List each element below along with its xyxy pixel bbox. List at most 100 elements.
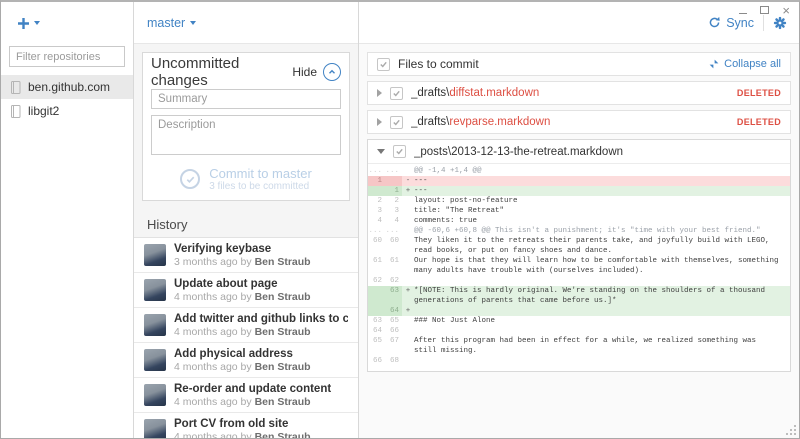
commit-author: Ben Straub <box>255 431 311 439</box>
expand-file-icon[interactable] <box>377 89 382 97</box>
diff-text: After this program had been in effect fo… <box>414 336 782 356</box>
chevron-up-icon <box>327 67 337 77</box>
commit-summary-input[interactable] <box>151 89 341 109</box>
avatar <box>144 349 166 371</box>
diff-new-line-number: 64 <box>385 306 402 316</box>
diff-line: 61 61 Our hope is that they will learn h… <box>368 256 790 276</box>
uncommitted-changes-card: Uncommitted changes Hide <box>142 52 350 201</box>
commit-history-item[interactable]: Update about page 4 months ago by Ben St… <box>134 273 358 308</box>
minimize-icon[interactable] <box>739 13 747 14</box>
diff-text: @@ -1,4 +1,4 @@ <box>414 166 782 176</box>
commit-title: Port CV from old site <box>174 418 311 430</box>
diff-line: 2 2 layout: post-no-feature <box>368 196 790 206</box>
check-icon <box>185 174 196 185</box>
diff-marker <box>402 326 414 336</box>
repository-list-item[interactable]: ben.github.com <box>1 75 133 99</box>
diff-line: 1 + --- <box>368 186 790 196</box>
add-repository-button[interactable] <box>17 17 40 30</box>
diff-new-line-number: ... <box>385 226 402 236</box>
diff-marker <box>402 166 414 176</box>
changed-file-row[interactable]: _drafts\diffstat.markdown DELETED <box>367 81 791 105</box>
commit-history-item[interactable]: Port CV from old site 4 months ago by Be… <box>134 413 358 438</box>
diff-line: 4 4 comments: true <box>368 216 790 226</box>
file-path: _drafts\diffstat.markdown <box>411 87 729 99</box>
file-checkbox[interactable] <box>393 145 406 158</box>
diff-marker: + <box>402 286 414 306</box>
diff-old-line-number: 66 <box>368 356 385 366</box>
commit-title: Add twitter and github links to cv <box>174 313 348 325</box>
history-heading: History <box>134 209 358 237</box>
diff-new-line-number: 67 <box>385 336 402 356</box>
diff-old-line-number: 63 <box>368 316 385 326</box>
commit-author: Ben Straub <box>255 291 311 303</box>
commit-meta: 4 months ago by Ben Straub <box>174 396 331 408</box>
file-checkbox[interactable] <box>390 87 403 100</box>
repository-list-item[interactable]: libgit2 <box>1 99 133 123</box>
diff-panel: Sync <box>359 2 799 438</box>
commit-history-item[interactable]: Add physical address 4 months ago by Ben… <box>134 343 358 378</box>
commit-title: Verifying keybase <box>174 243 311 255</box>
branch-selector-button[interactable]: master <box>147 16 196 30</box>
diff-old-line-number: 1 <box>368 176 385 186</box>
check-icon <box>392 118 401 127</box>
file-checkbox[interactable] <box>390 116 403 129</box>
diff-line: 64 + <box>368 306 790 316</box>
diff-text: comments: true <box>414 216 782 226</box>
collapse-all-label: Collapse all <box>724 58 781 70</box>
settings-button[interactable] <box>773 16 787 30</box>
sync-button[interactable]: Sync <box>708 16 754 30</box>
collapse-all-button[interactable]: Collapse all <box>709 58 781 70</box>
expand-file-icon[interactable] <box>377 118 382 126</box>
changes-panel: master Uncommitted changes Hide <box>134 2 359 438</box>
diff-line: 60 60 They liken it to the retreats thei… <box>368 236 790 256</box>
commit-meta: 3 months ago by Ben Straub <box>174 256 311 268</box>
chevron-down-icon <box>34 21 40 25</box>
diff-new-line-number: 60 <box>385 236 402 256</box>
commit-history-item[interactable]: Add twitter and github links to cv 4 mon… <box>134 308 358 343</box>
avatar <box>144 244 166 266</box>
diff-marker: + <box>402 186 414 196</box>
repository-list: ben.github.com libgit2 <box>1 75 133 123</box>
diff-new-line-number: 62 <box>385 276 402 286</box>
diff-marker <box>402 356 414 366</box>
diff-old-line-number <box>368 186 385 196</box>
sync-label: Sync <box>726 16 754 30</box>
diff-text <box>414 276 782 286</box>
commit-description-input[interactable] <box>151 115 341 155</box>
commit-title: Update about page <box>174 278 311 290</box>
chevron-down-icon <box>190 21 196 25</box>
hide-changes-button[interactable]: Hide <box>292 63 341 81</box>
repository-name: libgit2 <box>28 104 59 118</box>
file-status-badge: DELETED <box>737 88 781 98</box>
diff-new-line-number: 61 <box>385 256 402 276</box>
diff-text: @@ -60,6 +60,8 @@ This isn't a punishmen… <box>414 226 782 236</box>
changed-file-row[interactable]: _drafts\revparse.markdown DELETED <box>367 110 791 134</box>
diff-text: --- <box>414 176 782 186</box>
diff-text: ### Not Just Alone <box>414 316 782 326</box>
commit-author: Ben Straub <box>255 256 311 268</box>
close-icon[interactable]: × <box>782 6 790 15</box>
uncommitted-changes-title: Uncommitted changes <box>151 55 292 89</box>
diff-old-line-number: 64 <box>368 326 385 336</box>
diff-new-line-number: 63 <box>385 286 402 306</box>
commit-button[interactable]: Commit to master 3 files to be committed <box>151 166 341 192</box>
branch-name: master <box>147 16 185 30</box>
gear-icon <box>773 16 787 30</box>
repository-name: ben.github.com <box>28 80 110 94</box>
changed-file-row[interactable]: _posts\2013-12-13-the-retreat.markdown <box>368 140 790 163</box>
filter-repositories-input[interactable] <box>9 46 125 67</box>
commit-history-item[interactable]: Re-order and update content 4 months ago… <box>134 378 358 413</box>
diff-marker <box>402 216 414 226</box>
diff-text <box>414 356 782 366</box>
resize-grip[interactable] <box>794 433 796 435</box>
commit-history-item[interactable]: Verifying keybase 3 months ago by Ben St… <box>134 238 358 273</box>
diff-line: 64 66 <box>368 326 790 336</box>
diff-old-line-number: ... <box>368 226 385 236</box>
diff-new-line-number: 3 <box>385 206 402 216</box>
diff-line: ... ... @@ -1,4 +1,4 @@ <box>368 166 790 176</box>
diff-new-line-number: ... <box>385 166 402 176</box>
collapse-file-icon[interactable] <box>377 149 385 154</box>
maximize-icon[interactable] <box>760 6 769 14</box>
file-status-badge: DELETED <box>737 117 781 127</box>
select-all-files-checkbox[interactable] <box>377 58 390 71</box>
